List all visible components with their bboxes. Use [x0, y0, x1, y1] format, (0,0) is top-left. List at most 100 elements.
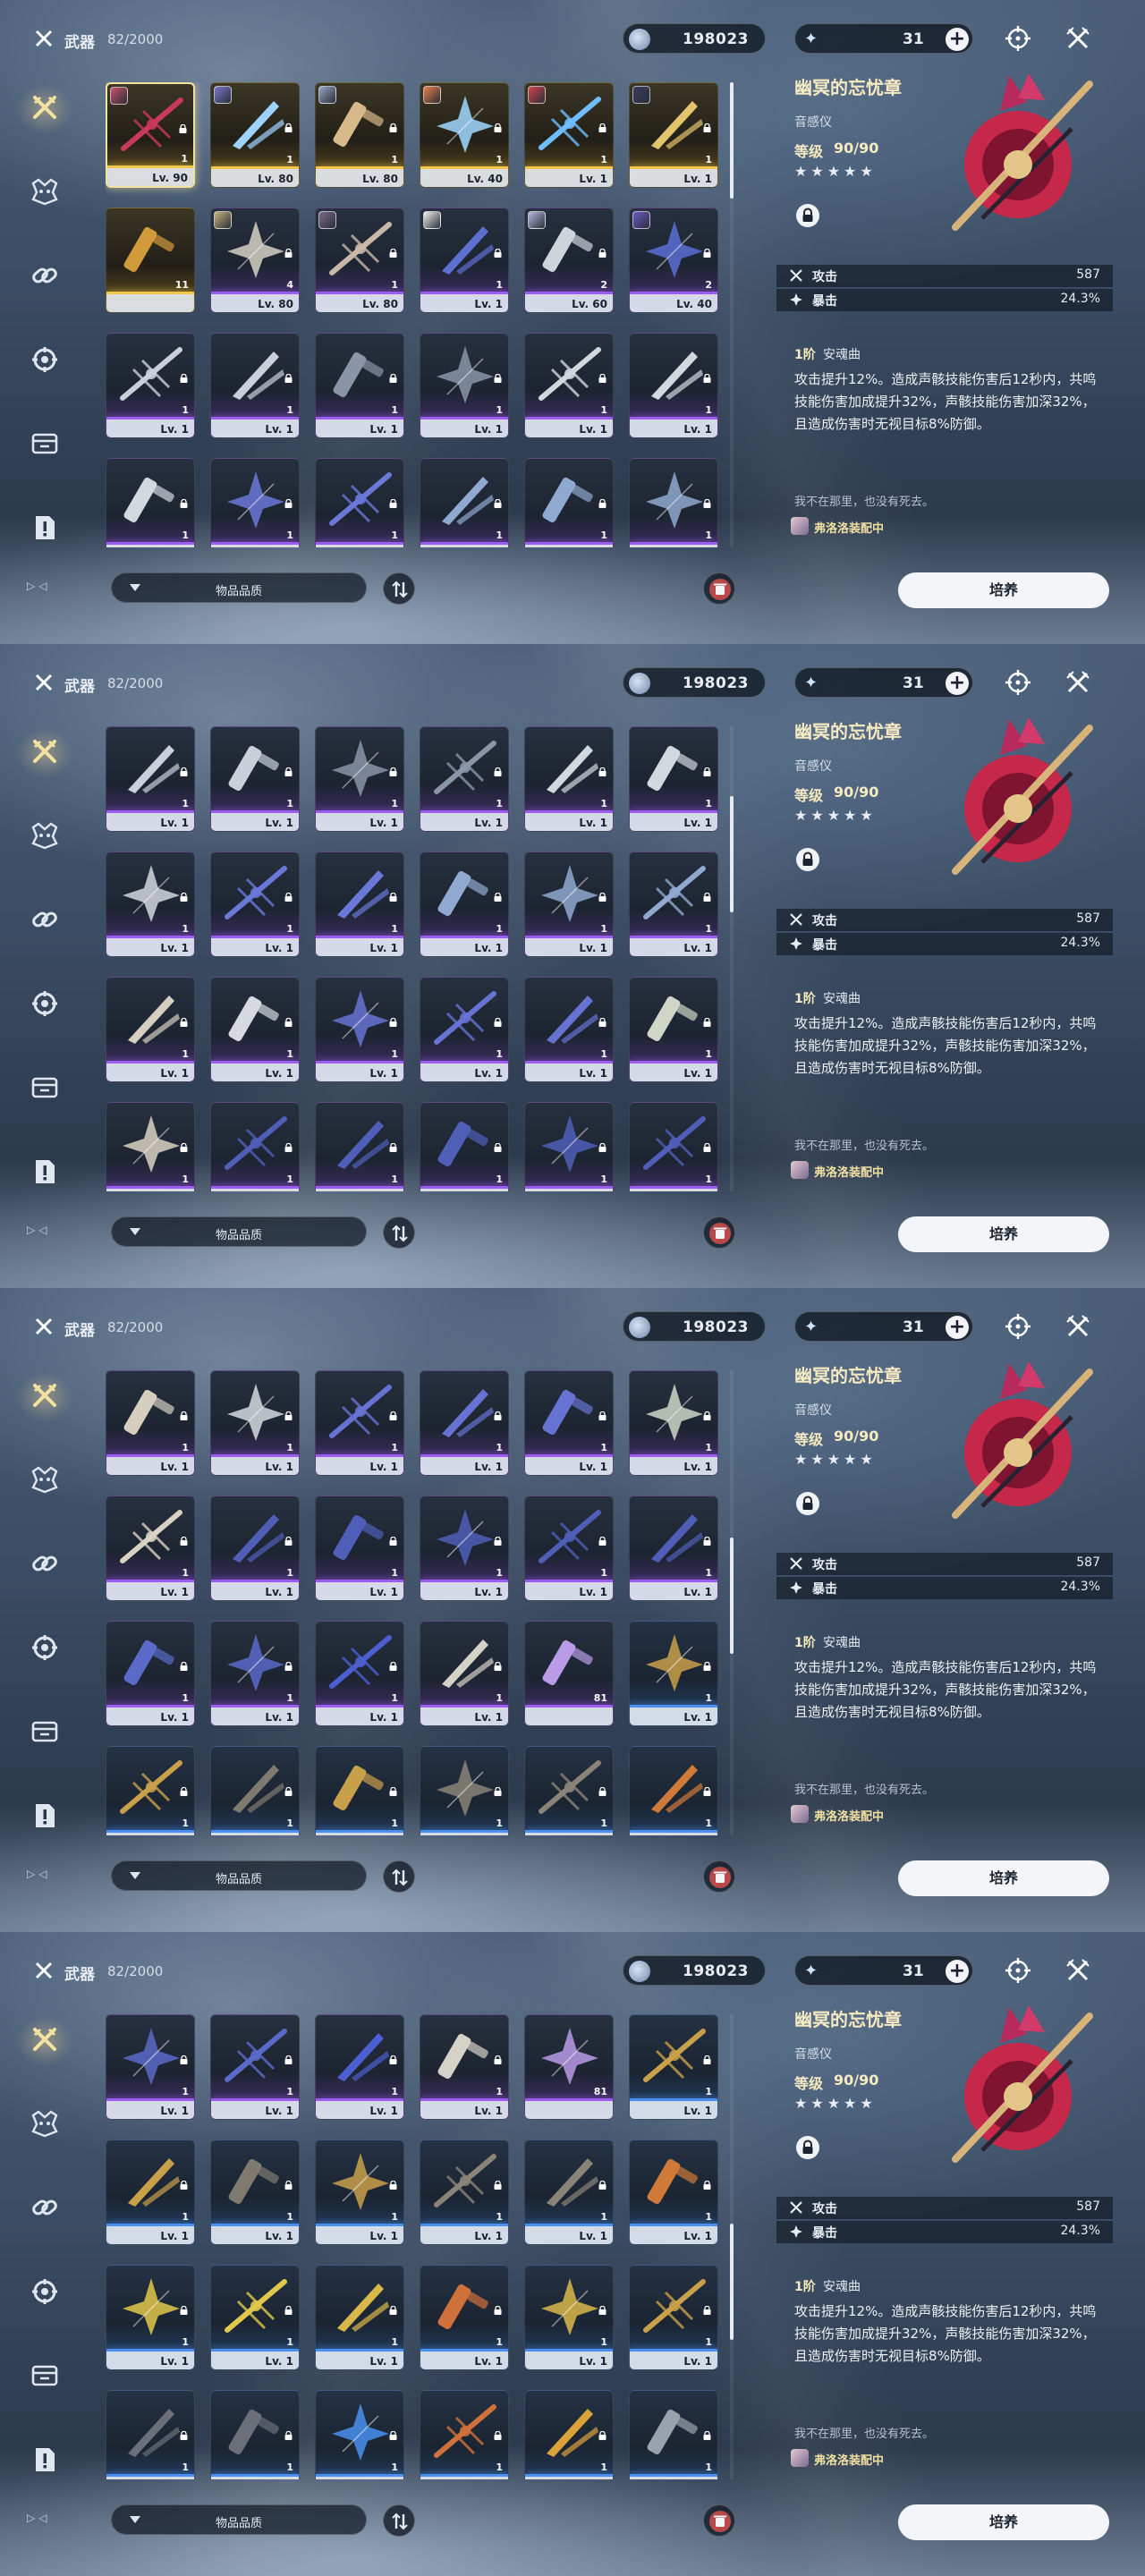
add-energy-button[interactable]: + — [946, 28, 969, 51]
weapon-card[interactable]: 1 — [106, 458, 195, 547]
close-icon[interactable] — [1064, 669, 1091, 696]
weapon-card[interactable]: 1 Lv. 1 — [106, 333, 195, 438]
sidebar-item-supply[interactable] — [25, 426, 64, 465]
weapon-card[interactable]: 1 — [106, 2390, 195, 2479]
add-energy-button[interactable]: + — [946, 1316, 969, 1339]
weapon-card[interactable]: 1 — [106, 1102, 195, 1191]
weapon-card[interactable]: 2 Lv. 40 — [629, 208, 718, 313]
lock-toggle-button[interactable] — [796, 1492, 819, 1515]
discard-button[interactable] — [703, 2504, 735, 2537]
weapon-card[interactable]: 1 — [524, 1102, 614, 1191]
weapon-card[interactable]: 1 Lv. 1 — [315, 333, 404, 438]
weapon-card[interactable]: 1 Lv. 1 — [106, 977, 195, 1082]
weapon-card[interactable]: 1 Lv. 1 — [210, 2265, 300, 2370]
weapon-card[interactable]: 1 — [315, 1746, 404, 1835]
target-icon[interactable] — [1005, 669, 1031, 696]
weapon-card[interactable]: 1 Lv. 1 — [210, 852, 300, 957]
weapon-card[interactable]: 1 Lv. 1 — [315, 852, 404, 957]
target-icon[interactable] — [1005, 25, 1031, 52]
weapon-card[interactable]: 1 Lv. 1 — [629, 726, 718, 832]
quality-filter-dropdown[interactable]: 物品品质 — [111, 2504, 367, 2535]
add-energy-button[interactable]: + — [946, 672, 969, 695]
weapon-card[interactable]: 1 Lv. 1 — [315, 2140, 404, 2245]
weapon-card[interactable]: 1 Lv. 1 — [629, 333, 718, 438]
weapon-card[interactable]: 1 — [420, 1102, 509, 1191]
weapon-card[interactable]: 1 Lv. 1 — [524, 2265, 614, 2370]
quality-filter-dropdown[interactable]: 物品品质 — [111, 572, 367, 603]
upgrade-button[interactable]: 培养 — [898, 2504, 1109, 2540]
weapon-card[interactable]: 1 Lv. 1 — [210, 726, 300, 832]
weapon-card[interactable]: 1 — [629, 1102, 718, 1191]
sidebar-item-weapon[interactable] — [16, 728, 73, 778]
weapon-card[interactable]: 1 Lv. 1 — [315, 726, 404, 832]
grid-scrollbar[interactable] — [730, 1370, 734, 1835]
weapon-card[interactable]: 1 Lv. 1 — [420, 1370, 509, 1476]
weapon-card[interactable]: 1 — [420, 1746, 509, 1835]
weapon-card[interactable]: 1 Lv. 1 — [315, 1496, 404, 1601]
sidebar-item-quest-item[interactable] — [25, 1798, 64, 1837]
weapon-card[interactable]: 1 — [210, 1746, 300, 1835]
weapon-card[interactable]: 1 Lv. 80 — [315, 208, 404, 313]
lock-toggle-button[interactable] — [796, 848, 819, 871]
weapon-card[interactable]: 1 Lv. 1 — [210, 977, 300, 1082]
sidebar-item-gear-item[interactable] — [25, 986, 64, 1025]
weapon-card[interactable]: 1 — [629, 458, 718, 547]
weapon-card[interactable]: 1 — [420, 2390, 509, 2479]
weapon-card[interactable]: 1 — [210, 2390, 300, 2479]
sidebar-item-echo[interactable] — [25, 174, 64, 213]
sort-order-button[interactable] — [383, 1860, 415, 1893]
weapon-card[interactable]: 81 — [524, 2014, 614, 2120]
scroll-thumb[interactable] — [730, 1538, 734, 1655]
lock-toggle-button[interactable] — [796, 204, 819, 227]
weapon-card[interactable]: 1 — [315, 1102, 404, 1191]
weapon-card[interactable]: 1 Lv. 1 — [420, 726, 509, 832]
weapon-card[interactable]: 1 Lv. 1 — [106, 2014, 195, 2120]
weapon-card[interactable]: 1 — [210, 1102, 300, 1191]
lock-toggle-button[interactable] — [796, 2136, 819, 2159]
weapon-card[interactable]: 1 — [629, 2390, 718, 2479]
sidebar-toggle[interactable]: ▷◁ — [27, 2512, 50, 2524]
weapon-card[interactable]: 1 Lv. 1 — [629, 1370, 718, 1476]
upgrade-button[interactable]: 培养 — [898, 1860, 1109, 1896]
weapon-card[interactable]: 1 — [315, 2390, 404, 2479]
weapon-card[interactable]: 1 Lv. 1 — [106, 726, 195, 832]
weapon-card[interactable]: 1 Lv. 1 — [210, 1496, 300, 1601]
sort-order-button[interactable] — [383, 2504, 415, 2537]
weapon-card[interactable]: 1 Lv. 1 — [106, 2140, 195, 2245]
sidebar-item-echo[interactable] — [25, 818, 64, 857]
weapon-card[interactable]: 1 Lv. 1 — [315, 1370, 404, 1476]
weapon-card[interactable]: 1 Lv. 1 — [524, 82, 614, 188]
weapon-card[interactable]: 1 Lv. 1 — [629, 1621, 718, 1726]
sidebar-item-link[interactable] — [25, 902, 64, 941]
weapon-card[interactable]: 1 Lv. 1 — [420, 2265, 509, 2370]
sidebar-toggle[interactable]: ▷◁ — [27, 1224, 50, 1236]
add-energy-button[interactable]: + — [946, 1960, 969, 1983]
close-icon[interactable] — [1064, 1957, 1091, 1984]
sidebar-item-gear-item[interactable] — [25, 2274, 64, 2313]
sidebar-item-gear-item[interactable] — [25, 1630, 64, 1669]
weapon-card[interactable]: 81 — [524, 1621, 614, 1726]
scroll-thumb[interactable] — [730, 796, 734, 912]
weapon-card[interactable]: 1 Lv. 1 — [315, 2265, 404, 2370]
discard-button[interactable] — [703, 1216, 735, 1249]
weapon-card[interactable]: 1 Lv. 1 — [106, 1621, 195, 1726]
sidebar-toggle[interactable]: ▷◁ — [27, 580, 50, 592]
weapon-card[interactable]: 1 Lv. 1 — [524, 2140, 614, 2245]
sidebar-item-weapon[interactable] — [16, 2016, 73, 2066]
weapon-card[interactable]: 1 Lv. 1 — [524, 977, 614, 1082]
weapon-card[interactable]: 1 Lv. 1 — [210, 333, 300, 438]
weapon-card[interactable]: 1 Lv. 1 — [420, 1621, 509, 1726]
sidebar-item-link[interactable] — [25, 1546, 64, 1585]
weapon-card[interactable]: 1 Lv. 1 — [629, 852, 718, 957]
weapon-card[interactable]: 1 — [524, 2390, 614, 2479]
quality-filter-dropdown[interactable]: 物品品质 — [111, 1860, 367, 1891]
weapon-card[interactable]: 1 Lv. 1 — [210, 2014, 300, 2120]
weapon-card[interactable]: 1 Lv. 1 — [524, 333, 614, 438]
weapon-card[interactable]: 2 Lv. 60 — [524, 208, 614, 313]
weapon-card[interactable]: 1 — [524, 1746, 614, 1835]
grid-scrollbar[interactable] — [730, 82, 734, 547]
weapon-card[interactable]: 1 Lv. 1 — [420, 2014, 509, 2120]
weapon-card[interactable]: 1 Lv. 1 — [315, 977, 404, 1082]
sidebar-item-gear-item[interactable] — [25, 342, 64, 381]
sidebar-toggle[interactable]: ▷◁ — [27, 1868, 50, 1880]
